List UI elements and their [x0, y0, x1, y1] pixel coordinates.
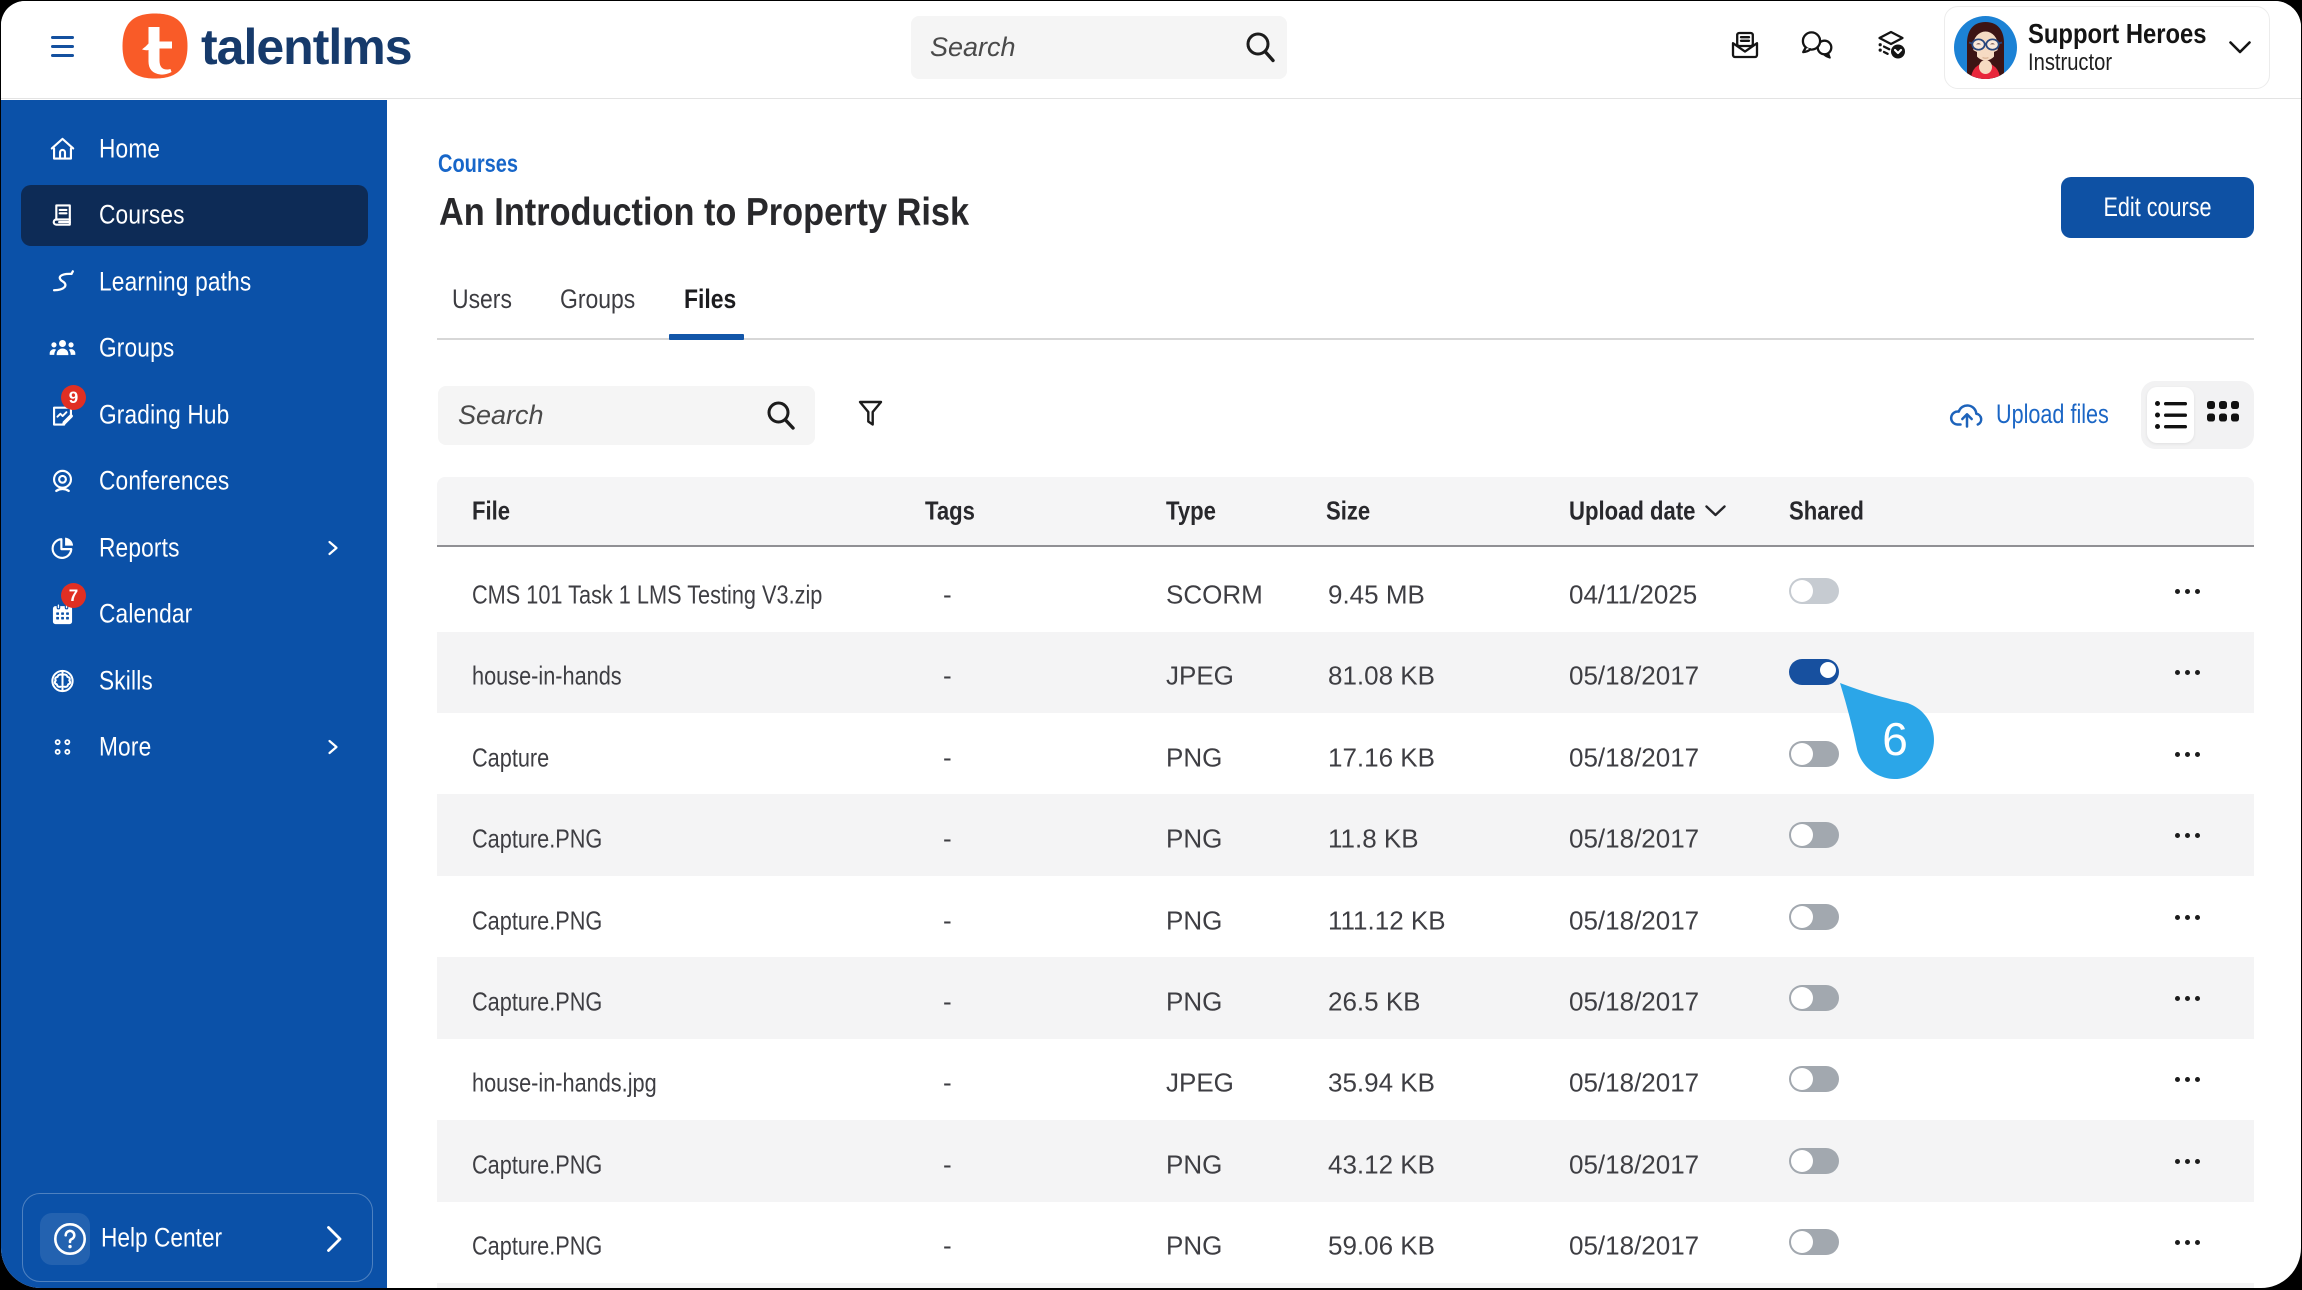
svg-text:6: 6	[1882, 713, 1908, 765]
